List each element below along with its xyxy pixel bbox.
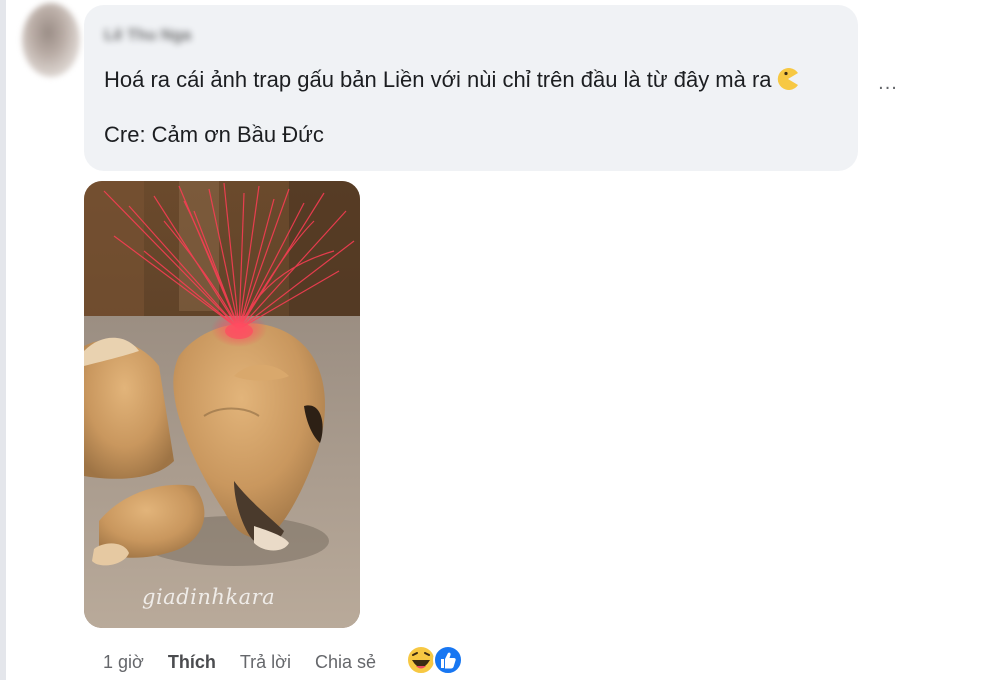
- share-button[interactable]: Chia sẻ: [315, 652, 376, 673]
- reaction-summary[interactable]: [405, 643, 465, 677]
- pacman-emoji-icon: [777, 68, 798, 90]
- comment-text: Hoá ra cái ảnh trap gấu bản Liền với nùi…: [104, 67, 772, 92]
- more-options-button[interactable]: ...: [870, 70, 906, 100]
- author-name[interactable]: Lê Thu Nga: [104, 27, 191, 45]
- comment-screen: Lê Thu Nga Hoá ra cái ảnh trap gấu bản L…: [0, 0, 1000, 680]
- comment-bubble: Lê Thu Nga Hoá ra cái ảnh trap gấu bản L…: [84, 5, 858, 171]
- photo-watermark: giadinhkara: [142, 585, 276, 609]
- comment-text-line-2: Cre: Cảm ơn Bầu Đức: [104, 122, 324, 147]
- comment-photo[interactable]: giadinhkara: [84, 181, 360, 628]
- like-reaction-icon: [433, 645, 463, 675]
- avatar[interactable]: [22, 3, 80, 77]
- haha-reaction-icon: [406, 645, 436, 675]
- comment-text-line-1: Hoá ra cái ảnh trap gấu bản Liền với nùi…: [104, 67, 800, 93]
- dog-photo-image: [84, 181, 360, 628]
- left-divider: [0, 0, 6, 680]
- comment-actions: 1 giờ Thích Trả lời Chia sẻ: [103, 648, 400, 676]
- comment-timestamp[interactable]: 1 giờ: [103, 652, 144, 673]
- reply-button[interactable]: Trả lời: [240, 652, 291, 673]
- like-button[interactable]: Thích: [168, 652, 216, 673]
